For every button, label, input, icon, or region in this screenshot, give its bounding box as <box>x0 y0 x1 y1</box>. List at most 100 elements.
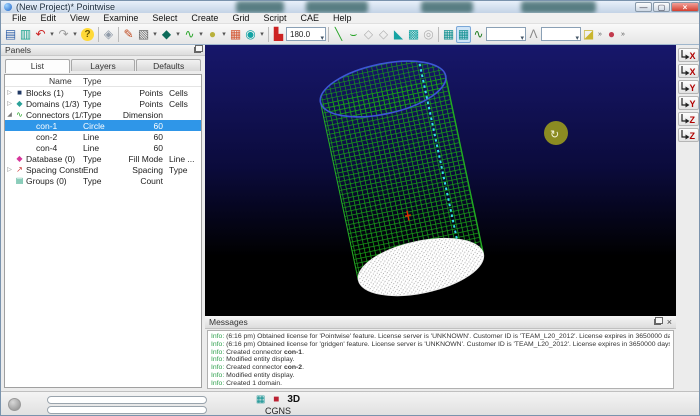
menu-examine[interactable]: Examine <box>96 13 145 23</box>
view-cube-icon[interactable]: ▧ <box>136 26 151 43</box>
menu-help[interactable]: Help <box>326 13 359 23</box>
undo-icon[interactable]: ↶ <box>33 26 48 43</box>
tree-header-name[interactable]: Name <box>25 76 83 86</box>
spacing-icon[interactable]: Λ <box>526 26 541 43</box>
dropdown-icon[interactable]: ▾ <box>174 26 182 43</box>
menu-create[interactable]: Create <box>184 13 225 23</box>
tree-header-type[interactable]: Type <box>83 76 119 86</box>
dropdown-icon[interactable]: ▾ <box>151 26 159 43</box>
toolbar-separator[interactable] <box>116 26 121 43</box>
render-mask-icon[interactable]: ● <box>604 26 619 43</box>
menu-grid[interactable]: Grid <box>225 13 256 23</box>
view-plus-z-button[interactable]: Z <box>678 112 699 126</box>
tree-row[interactable]: con-1 Circle 60 <box>5 120 201 131</box>
diamond-outline-icon[interactable]: ◇ <box>376 26 391 43</box>
tab-layers[interactable]: Layers <box>71 59 136 71</box>
toolbar-separator[interactable] <box>96 26 101 43</box>
close-messages-icon[interactable]: × <box>667 318 672 326</box>
connector-icon: ∿ <box>14 110 25 119</box>
tree-row[interactable]: ▷ ■ Blocks (1) Type Points Cells <box>5 87 201 98</box>
tree-row[interactable]: ◢ ∿ Connectors (1/3) Type Dimension <box>5 109 201 120</box>
message-severity: Info: <box>211 372 224 379</box>
dimension-mode-label[interactable]: 3D <box>287 394 300 406</box>
wedge-icon[interactable]: ◣ <box>391 26 406 43</box>
save-icon[interactable]: ▤ <box>3 26 18 43</box>
tab-defaults[interactable]: Defaults <box>136 59 201 71</box>
tree-row[interactable]: ▷ ↗ Spacing Constrai... End Spacing Type <box>5 164 201 175</box>
rings-icon[interactable]: ◎ <box>421 26 436 43</box>
tree-row[interactable]: con-4 Line 60 <box>5 142 201 153</box>
view-minus-x-button[interactable]: X <box>678 64 699 78</box>
expander-icon[interactable]: ▷ <box>5 166 14 173</box>
expander-icon[interactable]: ▷ <box>5 100 14 107</box>
dimension-icon[interactable]: ∿ <box>471 26 486 43</box>
connector-curve-icon[interactable]: ∿ <box>182 26 197 43</box>
gem-icon[interactable]: ◈ <box>101 26 116 43</box>
spacing-combo[interactable] <box>541 27 581 41</box>
toolbar-separator[interactable] <box>436 26 441 43</box>
expander-icon[interactable]: ▷ <box>5 89 14 96</box>
messages-log[interactable]: Info: (6:16 pm) Obtained license for 'Po… <box>207 330 674 389</box>
menu-cae[interactable]: CAE <box>293 13 326 23</box>
entity-tree[interactable]: Name Type ▷ ■ Blocks (1) Type Points Cel… <box>4 74 202 388</box>
paintbrush-icon[interactable]: ✎ <box>121 26 136 43</box>
menu-edit[interactable]: Edit <box>34 13 64 23</box>
surface-blob-icon[interactable]: ● <box>205 26 220 43</box>
highlight-icon[interactable]: ◪ <box>581 26 596 43</box>
diamond-outline-icon[interactable]: ◇ <box>361 26 376 43</box>
tree-row[interactable]: ◆ Database (0) Type Fill Mode Line ... <box>5 153 201 164</box>
dropdown-icon[interactable]: ▾ <box>258 26 266 43</box>
undo-dropdown-icon[interactable]: ▾ <box>48 26 56 43</box>
float-panel-icon[interactable] <box>194 47 201 53</box>
toolbar-separator[interactable] <box>266 26 271 43</box>
unstructured-grid-icon[interactable]: ▦ <box>456 26 471 43</box>
view-minus-y-button[interactable]: Y <box>678 96 699 110</box>
status-sphere-icon <box>8 398 21 411</box>
close-button[interactable]: × <box>671 2 699 12</box>
rotation-angle-combo[interactable]: 180.0 <box>286 27 326 41</box>
dropdown-icon[interactable]: ▾ <box>197 26 205 43</box>
dropdown-icon[interactable]: ▾ <box>220 26 228 43</box>
help-icon[interactable]: ? <box>81 28 94 41</box>
messages-header: Messages × <box>205 316 676 329</box>
menu-select[interactable]: Select <box>145 13 184 23</box>
maximize-button[interactable]: ▢ <box>653 2 670 12</box>
desktop-bleed-decoration <box>236 1 284 13</box>
tree-row[interactable]: ▷ ◆ Domains (1/3) Type Points Cells <box>5 98 201 109</box>
mask-icon[interactable]: ◉ <box>243 26 258 43</box>
overflow-icon[interactable]: » <box>619 26 627 43</box>
view-plus-y-button[interactable]: Y <box>678 80 699 94</box>
tree-row[interactable]: con-2 Line 60 <box>5 131 201 142</box>
redo-dropdown-icon[interactable]: ▾ <box>71 26 79 43</box>
expander-icon[interactable]: ◢ <box>5 111 14 118</box>
dimension-combo[interactable] <box>486 27 526 41</box>
orient-view-icon[interactable]: ▙ <box>271 26 286 43</box>
structured-grid-icon[interactable]: ▦ <box>441 26 456 43</box>
solid-diamond-icon[interactable]: ◆ <box>159 26 174 43</box>
menu-script[interactable]: Script <box>256 13 293 23</box>
brick-icon[interactable]: ▩ <box>406 26 421 43</box>
overflow-icon[interactable]: » <box>596 26 604 43</box>
menu-file[interactable]: File <box>5 13 34 23</box>
arc-segment-icon[interactable]: ⌣ <box>346 26 361 43</box>
view-minus-z-button[interactable]: Z <box>678 128 699 142</box>
spacing-constraint-icon: ↗ <box>14 165 25 174</box>
image-palette-icon[interactable]: ▦ <box>228 26 243 43</box>
minimize-button[interactable]: — <box>635 2 652 12</box>
tab-list[interactable]: List <box>5 59 70 73</box>
copy-icon[interactable]: ▥ <box>18 26 33 43</box>
tree-row[interactable]: ▤ Groups (0) Type Count <box>5 175 201 186</box>
menu-view[interactable]: View <box>63 13 96 23</box>
float-messages-icon[interactable] <box>654 319 661 325</box>
redo-icon[interactable]: ↷ <box>56 26 71 43</box>
toolbar-separator[interactable] <box>326 26 331 43</box>
view-plus-x-button[interactable]: X <box>678 48 699 62</box>
title-bar[interactable]: (New Project)* Pointwise — ▢ × <box>1 1 700 13</box>
solver-cube-icon[interactable]: ■ <box>273 394 279 406</box>
cell-type-grid-icon[interactable]: ▦ <box>256 394 265 406</box>
cae-solver-label[interactable]: CGNS <box>232 406 324 416</box>
message-line: Info: Created 1 domain. <box>211 380 670 388</box>
display-viewport[interactable]: ↻ <box>205 45 676 316</box>
message-text: (6:16 pm) Obtained license for 'Pointwis… <box>226 333 670 340</box>
line-segment-icon[interactable]: ╲ <box>331 26 346 43</box>
